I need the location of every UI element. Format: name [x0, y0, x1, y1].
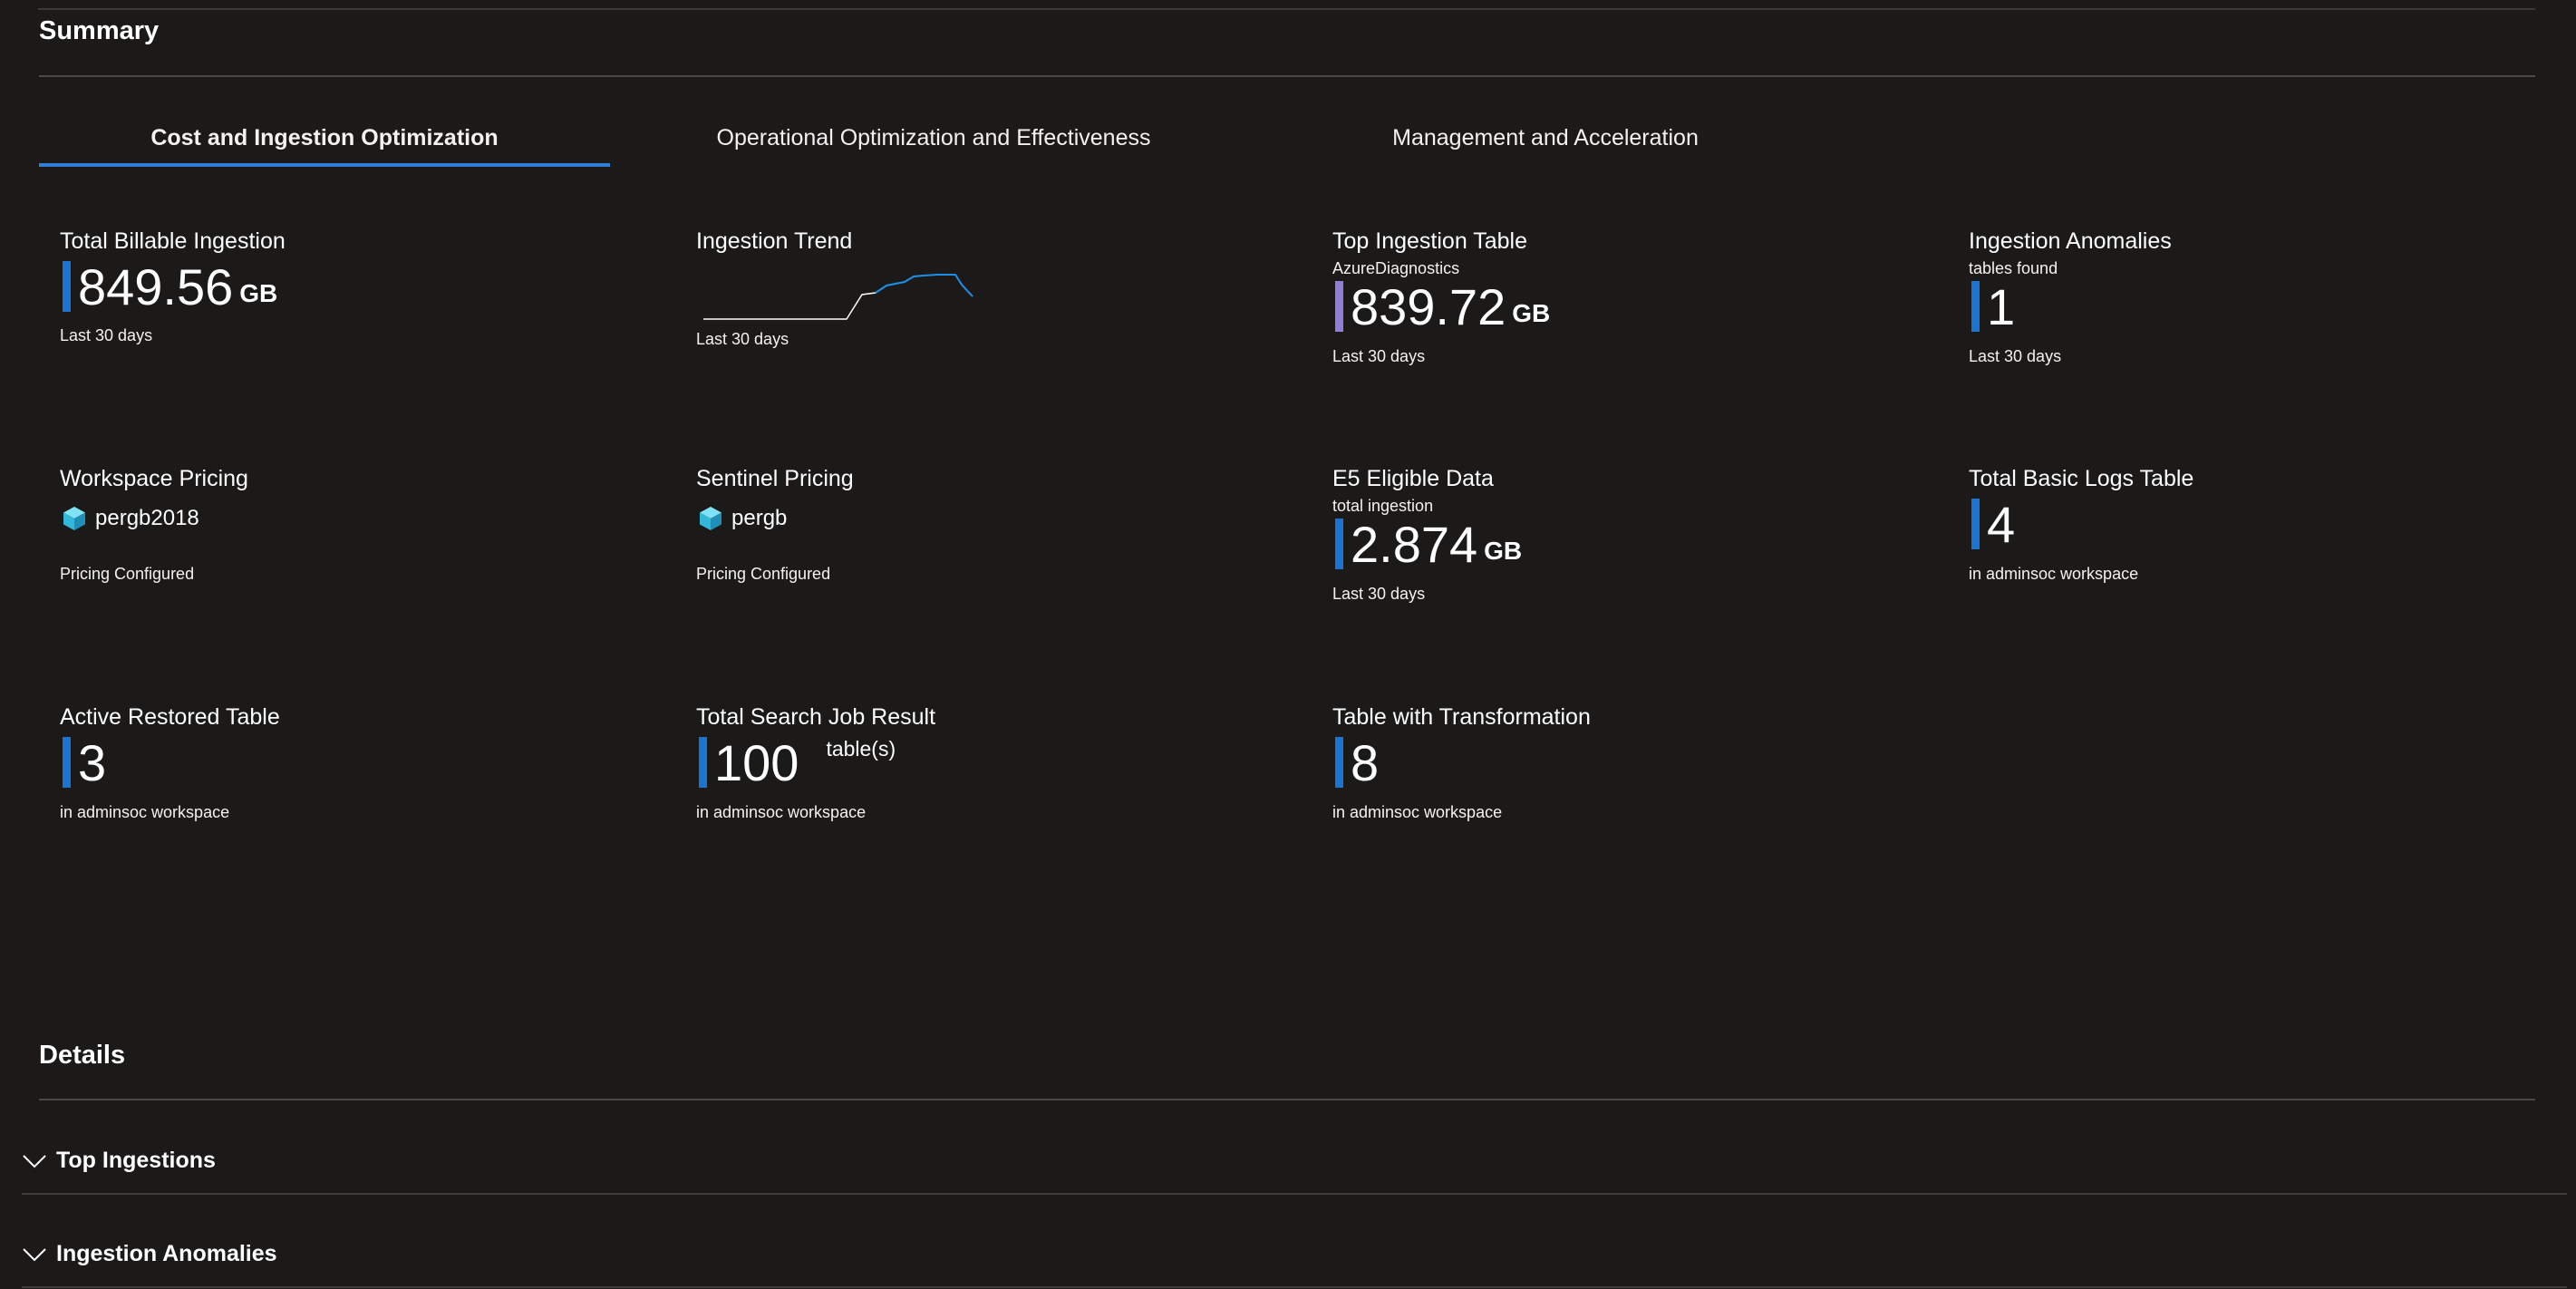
- tile-subtitle: tables found: [1969, 259, 2058, 277]
- tile-title: Active Restored Table: [60, 704, 280, 730]
- tile-top-ingestion-table[interactable]: Top Ingestion Table AzureDiagnostics 839…: [1332, 228, 1913, 410]
- tile-footer: Last 30 days: [696, 330, 789, 348]
- expander-label: Top Ingestions: [56, 1148, 216, 1173]
- tab-operational-optimization[interactable]: Operational Optimization and Effectivene…: [648, 125, 1219, 151]
- tile-title: Table with Transformation: [1332, 704, 1591, 730]
- top-border: [38, 8, 2535, 10]
- tile-subtitle: total ingestion: [1332, 497, 1434, 515]
- pricing-tier: pergb: [731, 506, 788, 530]
- metric-bar: [1335, 281, 1343, 332]
- tile-total-billable-ingestion[interactable]: Total Billable Ingestion 849.56 GB Last …: [60, 228, 640, 410]
- sparkline-white: [703, 274, 973, 320]
- tile-sentinel-pricing[interactable]: Sentinel Pricing pergb Pricing Configure…: [696, 466, 1276, 647]
- metric-unit: table(s): [826, 737, 896, 761]
- tile-title: Sentinel Pricing: [696, 466, 854, 491]
- tile-footer: in adminsoc workspace: [1969, 565, 2139, 583]
- expander-divider: [22, 1286, 2567, 1288]
- metric-bar: [63, 261, 71, 312]
- metric-unit: GB: [1484, 537, 1523, 565]
- metric: 849.56 GB: [60, 261, 277, 314]
- tile-footer: Last 30 days: [1332, 585, 1426, 603]
- metric: 839.72 GB: [1332, 281, 1550, 334]
- tile-workspace-pricing[interactable]: Workspace Pricing pergb2018 Pricing Conf…: [60, 466, 640, 647]
- details-divider: [39, 1099, 2535, 1100]
- tile-footer: in adminsoc workspace: [60, 803, 230, 821]
- tile-title: Total Search Job Result: [696, 704, 936, 730]
- metric-value: 849.56: [78, 258, 234, 315]
- tile-title: Ingestion Anomalies: [1969, 228, 2172, 254]
- metric-unit: GB: [1512, 299, 1551, 327]
- tile-title: Total Billable Ingestion: [60, 228, 286, 254]
- tile-footer: Pricing Configured: [60, 565, 195, 583]
- metric: 1: [1969, 281, 2015, 334]
- summary-divider: [39, 75, 2535, 77]
- tile-title: Top Ingestion Table: [1332, 228, 1527, 254]
- tile-ingestion-trend[interactable]: Ingestion Trend Last 30 days: [696, 228, 1276, 410]
- pricing-value: pergb: [699, 506, 787, 531]
- tile-footer: in adminsoc workspace: [696, 803, 867, 821]
- metric: 8: [1332, 737, 1379, 790]
- tile-subtitle: AzureDiagnostics: [1332, 259, 1460, 277]
- metric-bar: [1971, 281, 1980, 332]
- metric: 100 table(s): [696, 737, 896, 790]
- tile-footer: in adminsoc workspace: [1332, 803, 1503, 821]
- cube-icon: [700, 507, 721, 530]
- metric-value: 839.72: [1351, 278, 1506, 335]
- tile-footer: Last 30 days: [1969, 347, 2062, 365]
- metric-bar: [1335, 737, 1343, 788]
- tile-footer: Pricing Configured: [696, 565, 831, 583]
- expander-ingestion-anomalies[interactable]: Ingestion Anomalies: [22, 1241, 277, 1267]
- metric: 2.874 GB: [1332, 519, 1522, 571]
- active-tab-indicator: [39, 163, 610, 167]
- metric-value: 3: [78, 734, 107, 791]
- details-title: Details: [39, 1041, 126, 1070]
- tile-footer: Last 30 days: [60, 326, 153, 344]
- metric: 3: [60, 737, 106, 790]
- metric-value: 4: [1987, 496, 2016, 553]
- expander-label: Ingestion Anomalies: [56, 1241, 277, 1266]
- tile-active-restored-table[interactable]: Active Restored Table 3 in adminsoc work…: [60, 704, 640, 886]
- expander-divider: [22, 1193, 2567, 1195]
- metric-bar: [1971, 499, 1980, 549]
- chevron-down-icon: [23, 1247, 46, 1261]
- pricing-tier: pergb2018: [95, 506, 199, 530]
- metric-value: 1: [1987, 278, 2016, 335]
- metric-value: 8: [1351, 734, 1380, 791]
- expander-top-ingestions[interactable]: Top Ingestions: [22, 1148, 216, 1174]
- tile-ingestion-anomalies[interactable]: Ingestion Anomalies tables found 1 Last …: [1969, 228, 2549, 410]
- tab-management-acceleration[interactable]: Management and Acceleration: [1260, 125, 1831, 151]
- metric-value: 100: [714, 734, 799, 791]
- pricing-value: pergb2018: [63, 506, 199, 531]
- tile-e5-eligible-data[interactable]: E5 Eligible Data total ingestion 2.874 G…: [1332, 466, 1913, 647]
- tile-title: E5 Eligible Data: [1332, 466, 1494, 491]
- ingestion-trend-sparkline: [703, 274, 973, 320]
- tile-total-search-job-result[interactable]: Total Search Job Result 100 table(s) in …: [696, 704, 1276, 886]
- cube-icon: [63, 507, 85, 530]
- sparkline-blue: [875, 274, 973, 297]
- metric-bar: [1335, 519, 1343, 569]
- metric-value: 2.874: [1351, 516, 1478, 573]
- metric: 4: [1969, 499, 2015, 551]
- metric-bar: [699, 737, 707, 788]
- tile-table-with-transformation[interactable]: Table with Transformation 8 in adminsoc …: [1332, 704, 1913, 886]
- tile-title: Workspace Pricing: [60, 466, 248, 491]
- tile-title: Ingestion Trend: [696, 228, 853, 254]
- metric-bar: [63, 737, 71, 788]
- tab-cost-ingestion[interactable]: Cost and Ingestion Optimization: [39, 125, 610, 151]
- tile-title: Total Basic Logs Table: [1969, 466, 2194, 491]
- chevron-down-icon: [23, 1154, 46, 1168]
- summary-title: Summary: [39, 16, 160, 45]
- tile-total-basic-logs-table[interactable]: Total Basic Logs Table 4 in adminsoc wor…: [1969, 466, 2549, 647]
- metric-unit: GB: [239, 279, 278, 307]
- tile-footer: Last 30 days: [1332, 347, 1426, 365]
